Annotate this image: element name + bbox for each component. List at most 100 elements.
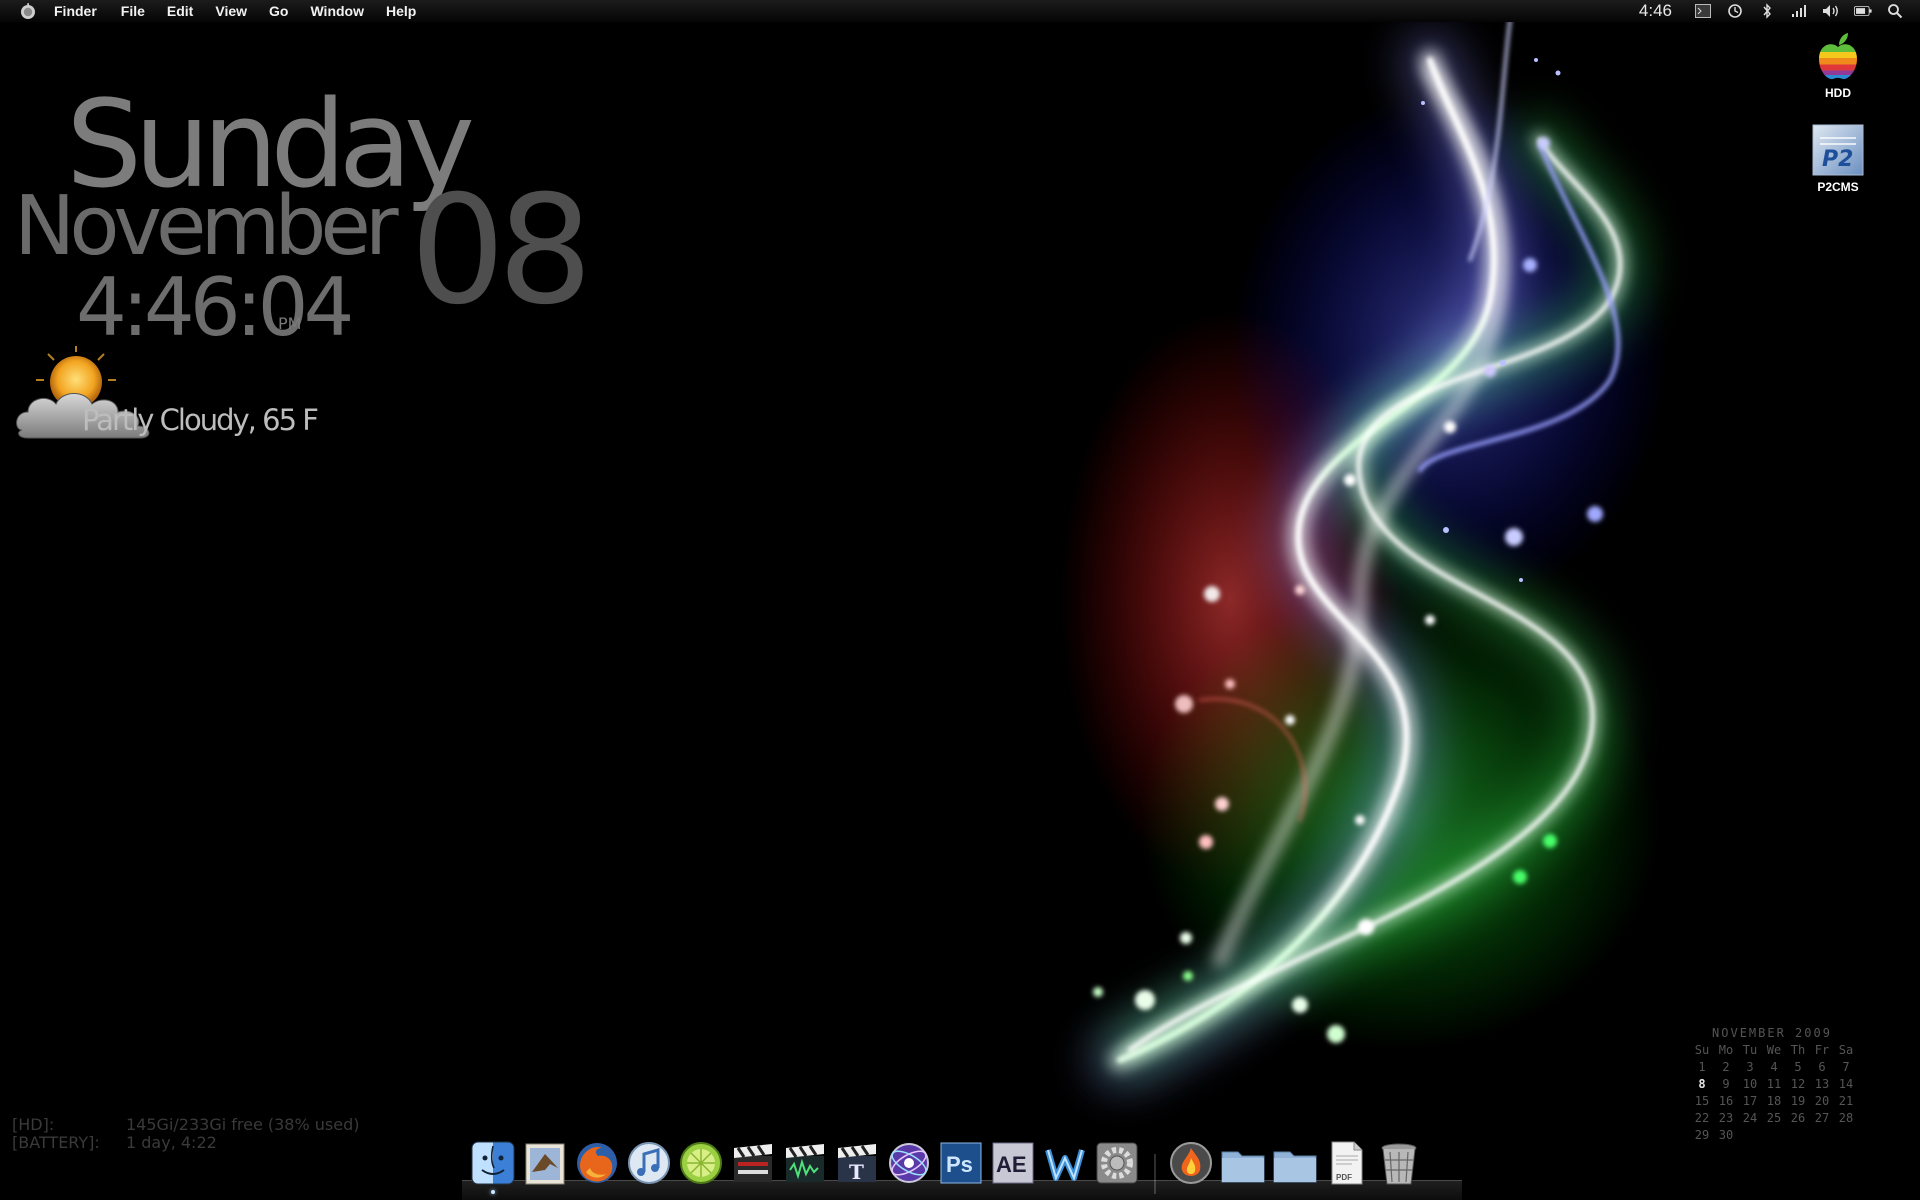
weekday-label: Su — [1694, 1043, 1710, 1057]
calendar-day: 22 — [1694, 1111, 1710, 1125]
calendar-day: 23 — [1718, 1111, 1734, 1125]
calendar-day — [1738, 1128, 1762, 1145]
clock-ampm: PM — [278, 314, 302, 333]
calendar-day: 28 — [1838, 1111, 1854, 1125]
mail-icon[interactable] — [520, 1138, 570, 1188]
calendar-day: 25 — [1766, 1111, 1782, 1125]
calendar-week: 29 30 — [1690, 1128, 1858, 1145]
burn-icon[interactable] — [1166, 1138, 1216, 1188]
battery-stat-label: [BATTERY]: — [12, 1133, 100, 1152]
p2cms-label: P2CMS — [1817, 180, 1859, 194]
calendar-day: 29 — [1694, 1128, 1710, 1142]
calendar-day: 27 — [1814, 1111, 1830, 1125]
weekday-label: We — [1766, 1043, 1782, 1057]
weather-text: Partly Cloudy, 65 F — [82, 403, 319, 437]
calendar-day: 7 — [1842, 1060, 1850, 1074]
motion-icon[interactable] — [884, 1138, 934, 1188]
system-stats: [HD]: 145Gi/233Gi free (38% used) [BATTE… — [12, 1116, 359, 1152]
trash-icon[interactable] — [1374, 1138, 1424, 1188]
calendar-day — [1834, 1128, 1858, 1145]
calendar-day: 20 — [1814, 1094, 1830, 1108]
menu-edit[interactable]: Edit — [167, 3, 193, 19]
status-area: 4:46 — [1639, 0, 1904, 22]
weekday-label: Fr — [1814, 1043, 1830, 1057]
clock-month: November — [14, 179, 399, 274]
apple-hdd-icon — [1812, 30, 1864, 82]
calendar-day: 16 — [1718, 1094, 1734, 1108]
apple-logo-icon — [21, 3, 35, 19]
spotlight-search-icon[interactable] — [1886, 3, 1904, 19]
photoshop-icon[interactable]: Ps — [936, 1138, 986, 1188]
hdd-label: HDD — [1825, 86, 1851, 100]
calendar-day: 21 — [1838, 1094, 1854, 1108]
menu-go[interactable]: Go — [269, 3, 288, 19]
battery-icon[interactable] — [1854, 3, 1872, 19]
weekday-label: Sa — [1838, 1043, 1854, 1057]
calendar-day: 3 — [1746, 1060, 1754, 1074]
calendar-day: 5 — [1794, 1060, 1802, 1074]
calendar-day: 10 — [1742, 1077, 1758, 1091]
limewire-icon[interactable] — [676, 1138, 726, 1188]
calendar-day: 6 — [1818, 1060, 1826, 1074]
menu-finder[interactable]: Finder — [54, 3, 97, 19]
menubar-clock[interactable]: 4:46 — [1639, 1, 1672, 21]
typography-icon[interactable]: T — [832, 1138, 882, 1188]
terminal-status-icon[interactable] — [1694, 3, 1712, 19]
calendar-day — [1762, 1128, 1786, 1145]
p2cms-icon: P2 — [1812, 124, 1864, 176]
bluetooth-icon[interactable] — [1758, 3, 1776, 19]
running-indicator — [491, 1190, 495, 1194]
calendar-day: 9 — [1722, 1077, 1730, 1091]
after-effects-icon[interactable]: AE — [988, 1138, 1038, 1188]
calendar-day: 4 — [1770, 1060, 1778, 1074]
clock-date: 08 — [410, 164, 593, 338]
itunes-icon[interactable] — [624, 1138, 674, 1188]
svg-text:T: T — [849, 1160, 864, 1184]
battery-stat-value: 1 day, 4:22 — [126, 1133, 217, 1152]
calendar-day: 8 — [1698, 1077, 1706, 1091]
calendar-day: 11 — [1766, 1077, 1782, 1091]
calendar-day: 26 — [1790, 1111, 1806, 1125]
calendar-day: 24 — [1742, 1111, 1758, 1125]
pdf-document-icon[interactable]: PDF — [1322, 1138, 1372, 1188]
calendar-widget: NOVEMBER 2009 Su Mo Tu We Th Fr Sa 1 2 3… — [1690, 1026, 1858, 1145]
menu-bar: Finder File Edit View Go Window Help 4:4… — [0, 0, 1920, 22]
after-effects-label: AE — [996, 1152, 1027, 1177]
calendar-week: 1 2 3 4 5 6 7 — [1690, 1060, 1858, 1077]
menu-window[interactable]: Window — [310, 3, 364, 19]
desktop-icon-hdd[interactable]: HDD — [1798, 30, 1878, 100]
word-icon[interactable] — [1040, 1138, 1090, 1188]
calendar-day: 19 — [1790, 1094, 1806, 1108]
final-cut-icon[interactable] — [728, 1138, 778, 1188]
applications-folder-icon[interactable] — [1218, 1138, 1268, 1188]
calendar-day: 13 — [1814, 1077, 1830, 1091]
time-machine-icon[interactable] — [1726, 3, 1744, 19]
calendar-weekdays: Su Mo Tu We Th Fr Sa — [1690, 1043, 1858, 1060]
apple-menu-icon[interactable] — [18, 1, 38, 21]
menu-file[interactable]: File — [121, 3, 145, 19]
desktop-icon-p2cms[interactable]: P2 P2CMS — [1798, 124, 1878, 194]
calendar-day: 14 — [1838, 1077, 1854, 1091]
weekday-label: Tu — [1742, 1043, 1758, 1057]
firefox-icon[interactable] — [572, 1138, 622, 1188]
weekday-label: Th — [1790, 1043, 1806, 1057]
documents-folder-icon[interactable] — [1270, 1138, 1320, 1188]
menu-view[interactable]: View — [215, 3, 247, 19]
finder-icon[interactable] — [468, 1138, 518, 1188]
photoshop-label: Ps — [946, 1152, 973, 1177]
volume-icon[interactable] — [1822, 3, 1840, 19]
system-preferences-icon[interactable] — [1092, 1138, 1142, 1188]
calendar-day: 15 — [1694, 1094, 1710, 1108]
wifi-signal-icon[interactable] — [1790, 3, 1808, 19]
calendar-day — [1786, 1128, 1810, 1145]
menu-help[interactable]: Help — [386, 3, 416, 19]
calendar-day: 2 — [1722, 1060, 1730, 1074]
dock-separator — [1154, 1154, 1156, 1194]
calendar-week: 22 23 24 25 26 27 28 — [1690, 1111, 1858, 1128]
dock: T Ps AE PDF — [462, 1132, 1462, 1200]
soundtrack-icon[interactable] — [780, 1138, 830, 1188]
calendar-day — [1810, 1128, 1834, 1145]
weekday-label: Mo — [1718, 1043, 1734, 1057]
calendar-week: 8 9 10 11 12 13 14 — [1690, 1077, 1858, 1094]
calendar-day: 12 — [1790, 1077, 1806, 1091]
